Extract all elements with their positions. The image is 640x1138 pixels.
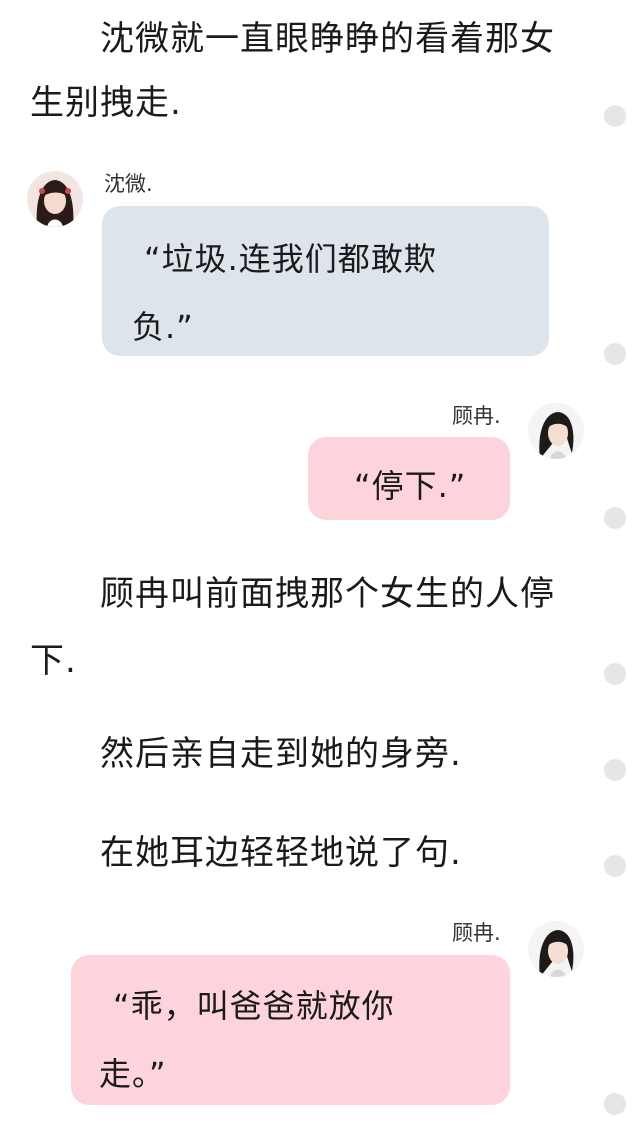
message-text: “垃圾.连我们都敢欺: [144, 240, 437, 278]
speaker-name: 顾冉.: [452, 404, 501, 428]
message-text: “停下.”: [354, 467, 467, 505]
avatar[interactable]: [528, 403, 584, 459]
message-bubble[interactable]: “乖，叫爸爸就放你 走。”: [71, 955, 510, 1105]
scroll-dot[interactable]: [604, 1093, 626, 1115]
scroll-dot[interactable]: [604, 507, 626, 529]
scroll-dot[interactable]: [604, 759, 626, 781]
narration-line: 下.: [30, 641, 77, 681]
scroll-dot[interactable]: [604, 343, 626, 365]
narration-line: 沈微就一直眼睁睁的看着那女: [100, 19, 555, 59]
narration-line: 在她耳边轻轻地说了句.: [100, 833, 462, 873]
message-bubble[interactable]: “停下.”: [308, 437, 510, 520]
message-bubble[interactable]: “垃圾.连我们都敢欺 负.”: [102, 206, 549, 356]
message-text: “乖，叫爸爸就放你: [113, 987, 395, 1025]
narration-line: 生别拽走.: [30, 83, 182, 123]
avatar[interactable]: [528, 921, 584, 977]
girl-avatar-icon: [528, 403, 584, 459]
narration-line: 顾冉叫前面拽那个女生的人停: [100, 574, 555, 614]
girl-avatar-icon: [528, 921, 584, 977]
message-text: 走。”: [99, 1055, 167, 1093]
speaker-name: 沈微.: [104, 172, 153, 196]
scroll-dot[interactable]: [604, 855, 626, 877]
narration-line: 然后亲自走到她的身旁.: [100, 734, 462, 774]
speaker-name: 顾冉.: [452, 921, 501, 945]
scroll-dot[interactable]: [604, 663, 626, 685]
message-text: 负.”: [132, 308, 194, 346]
avatar[interactable]: [27, 171, 83, 227]
girl-avatar-icon: [27, 171, 83, 227]
scroll-dot[interactable]: [604, 105, 626, 127]
